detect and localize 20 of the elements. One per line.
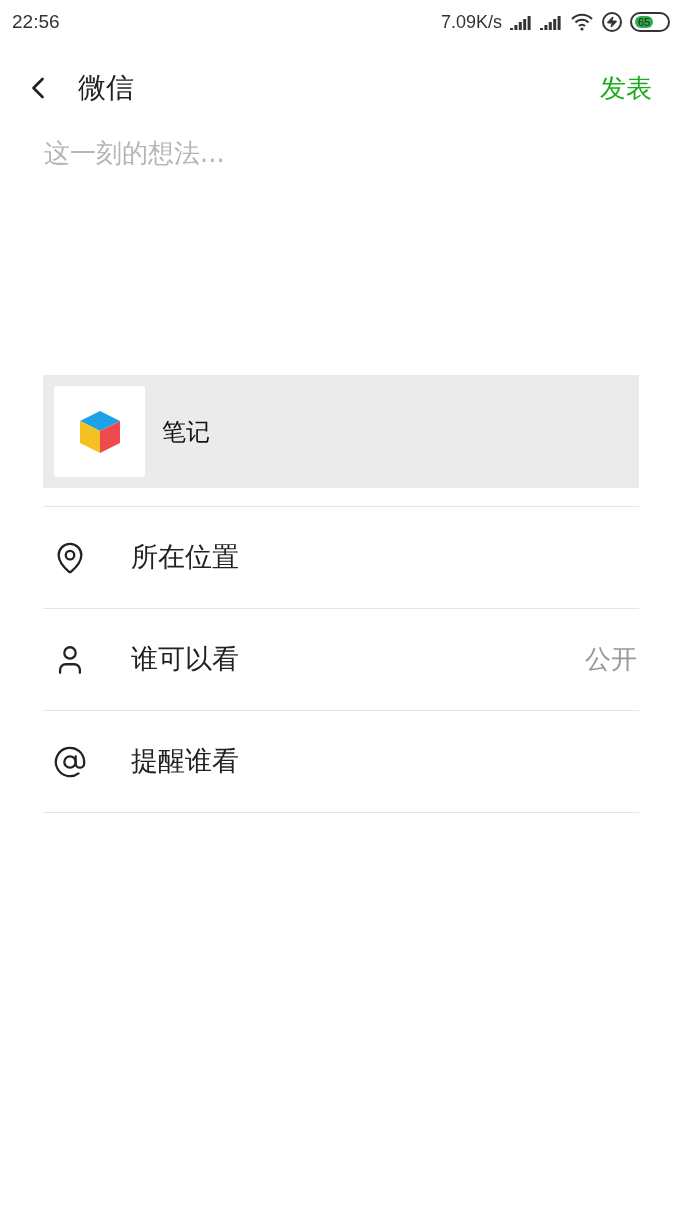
wifi-icon — [570, 13, 594, 31]
at-sign-icon — [53, 744, 87, 779]
charging-icon — [602, 12, 622, 32]
option-value: 公开 — [585, 643, 637, 676]
signal-icon — [540, 14, 562, 30]
network-speed: 7.09K/s — [440, 10, 502, 34]
note-attachment-card[interactable]: 笔记 — [43, 375, 639, 488]
option-label: 所在位置 — [131, 540, 240, 575]
thoughts-field[interactable]: 这一刻的想法... — [42, 134, 640, 314]
status-time: 22:56 — [12, 9, 60, 34]
option-row[interactable]: 提醒谁看 — [43, 711, 639, 813]
option-label: 谁可以看 — [131, 642, 240, 677]
attachment-title: 笔记 — [162, 416, 210, 448]
cube-icon — [77, 408, 122, 455]
signal-icon — [510, 14, 532, 30]
option-row[interactable]: 所在位置 — [43, 507, 639, 609]
back-title: 微信 — [78, 70, 134, 106]
option-label: 提醒谁看 — [131, 744, 240, 779]
battery-icon: 65 — [630, 12, 670, 32]
option-row[interactable]: 谁可以看 公开 — [43, 609, 639, 711]
